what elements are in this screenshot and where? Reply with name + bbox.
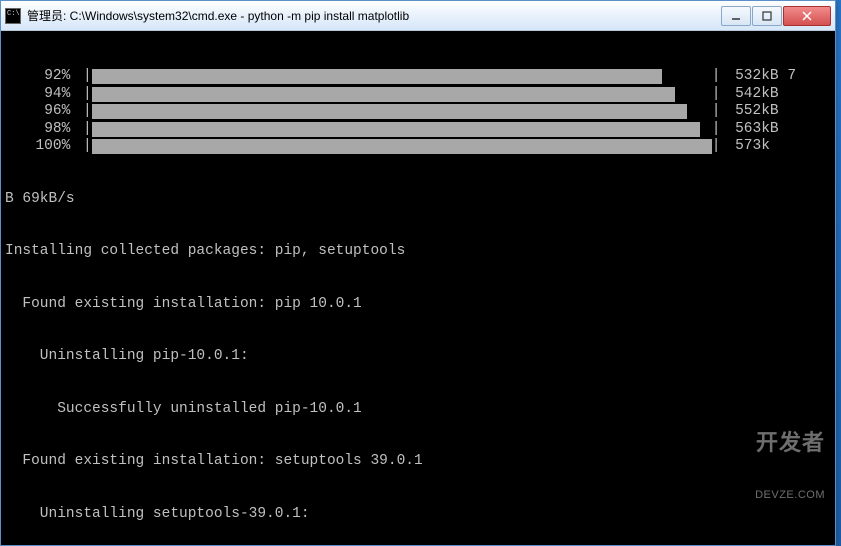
- progress-info: 563kB: [720, 121, 778, 139]
- output-line: Found existing installation: pip 10.0.1: [5, 296, 831, 314]
- progress-bar-end: |: [712, 68, 721, 86]
- progress-bar-end: |: [712, 138, 721, 156]
- progress-bar-empty: [675, 87, 712, 102]
- maximize-button[interactable]: [752, 6, 782, 26]
- progress-percent: 94%: [5, 86, 83, 104]
- progress-info: 532kB 7: [720, 68, 796, 86]
- progress-percent: 96%: [5, 103, 83, 121]
- watermark-text: 开发者: [755, 434, 825, 452]
- output-line: Successfully uninstalled pip-10.0.1: [5, 401, 831, 419]
- progress-row: 96% | | 552kB: [5, 103, 831, 121]
- progress-percent: 92%: [5, 68, 83, 86]
- window-title: 管理员: C:\Windows\system32\cmd.exe - pytho…: [27, 7, 720, 24]
- titlebar[interactable]: 管理员: C:\Windows\system32\cmd.exe - pytho…: [1, 1, 835, 31]
- progress-bar-start: |: [83, 103, 92, 121]
- progress-bar-start: |: [83, 86, 92, 104]
- progress-row: 98% | | 563kB: [5, 121, 831, 139]
- output-line: B 69kB/s: [5, 191, 831, 209]
- progress-percent: 100%: [5, 138, 83, 156]
- progress-info: 552kB: [720, 103, 778, 121]
- progress-bar-end: |: [712, 103, 721, 121]
- close-button[interactable]: [783, 6, 831, 26]
- progress-bar-end: |: [712, 86, 721, 104]
- progress-bar-fill: [92, 69, 662, 84]
- progress-bar-fill: [92, 139, 712, 154]
- progress-bar-empty: [662, 69, 712, 84]
- progress-bar-fill: [92, 122, 700, 137]
- output-line: Found existing installation: setuptools …: [5, 453, 831, 471]
- progress-bar-empty: [687, 104, 712, 119]
- progress-bar-fill: [92, 104, 687, 119]
- progress-bar-end: |: [712, 121, 721, 139]
- progress-bar-start: |: [83, 138, 92, 156]
- output-line: Installing collected packages: pip, setu…: [5, 243, 831, 261]
- progress-row: 94% | | 542kB: [5, 86, 831, 104]
- window-controls: [720, 6, 831, 26]
- progress-row: 100% | | 573k: [5, 138, 831, 156]
- progress-bar-start: |: [83, 121, 92, 139]
- output-line: Uninstalling setuptools-39.0.1:: [5, 506, 831, 524]
- progress-bar-fill: [92, 87, 675, 102]
- progress-bar-start: |: [83, 68, 92, 86]
- output-line: Uninstalling pip-10.0.1:: [5, 348, 831, 366]
- cmd-icon: [5, 8, 21, 24]
- progress-percent: 98%: [5, 121, 83, 139]
- progress-bar-empty: [700, 122, 712, 137]
- minimize-button[interactable]: [721, 6, 751, 26]
- progress-info: 573k: [720, 138, 770, 156]
- watermark-domain: DEVZE.COM: [755, 487, 825, 505]
- progress-info: 542kB: [720, 86, 778, 104]
- cmd-window: 管理员: C:\Windows\system32\cmd.exe - pytho…: [0, 0, 836, 546]
- progress-row: 92% | | 532kB 7: [5, 68, 831, 86]
- terminal-output[interactable]: 92% || 532kB 794% || 542kB96% || 552kB98…: [1, 31, 835, 545]
